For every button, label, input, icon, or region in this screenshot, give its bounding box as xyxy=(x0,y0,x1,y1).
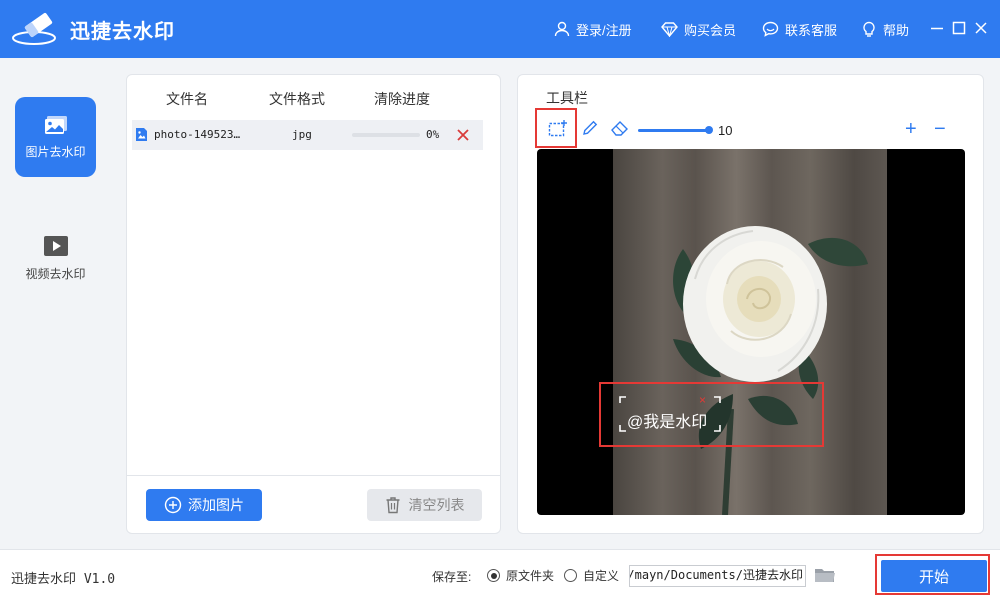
start-button[interactable]: 开始 xyxy=(881,560,987,592)
support-button[interactable]: 联系客服 xyxy=(762,19,837,39)
chat-bubble-icon xyxy=(762,21,779,37)
radio-custom-folder[interactable]: 自定义 xyxy=(564,567,619,584)
login-label: 登录/注册 xyxy=(576,22,632,38)
radio-circle-checked xyxy=(487,569,500,582)
trash-icon xyxy=(386,497,399,514)
pencil-icon[interactable] xyxy=(581,119,599,137)
help-button[interactable]: 帮助 xyxy=(861,19,909,39)
bottom-bar: 迅捷去水印 V1.0 保存至: 原文件夹 自定义 C:/Users/mayn/D… xyxy=(0,549,1000,600)
eraser-icon[interactable] xyxy=(610,119,630,137)
radio-label: 原文件夹 xyxy=(506,569,555,583)
brush-size-slider-track[interactable] xyxy=(638,129,710,132)
app-version: 迅捷去水印 V1.0 xyxy=(11,572,116,587)
diamond-icon xyxy=(661,21,678,37)
radio-source-folder[interactable]: 原文件夹 xyxy=(487,567,554,584)
user-icon xyxy=(554,21,570,37)
output-path-value: C:/Users/mayn/Documents/迅捷去水印 xyxy=(630,568,803,582)
toolbar-title: 工具栏 xyxy=(546,90,588,106)
close-icon[interactable] xyxy=(973,20,989,36)
clear-list-label: 清空列表 xyxy=(408,497,465,513)
app-logo-eraser-icon xyxy=(12,13,56,45)
brush-size-slider-handle[interactable] xyxy=(705,126,713,134)
delete-icon[interactable] xyxy=(456,128,470,142)
preview-panel: 工具栏 10 + − @我是水印 × xyxy=(517,74,984,534)
column-header-progress: 清除进度 xyxy=(374,91,430,107)
preview-photo xyxy=(613,149,887,515)
minimize-icon[interactable] xyxy=(929,20,945,36)
save-to-label: 保存至: xyxy=(432,570,472,584)
buy-vip-button[interactable]: 购买会员 xyxy=(661,19,736,39)
table-row[interactable]: photo-149523… jpg 0% xyxy=(132,120,483,150)
white-rose-image xyxy=(673,226,868,515)
column-header-format: 文件格式 xyxy=(269,91,325,107)
sidebar-item-label: 图片去水印 xyxy=(25,144,86,159)
buy-vip-label: 购买会员 xyxy=(684,22,737,38)
file-list-panel: 文件名 文件格式 清除进度 photo-149523… jpg 0% 添加图片 … xyxy=(126,74,501,534)
preview-canvas[interactable] xyxy=(537,149,965,515)
add-image-label: 添加图片 xyxy=(188,497,244,513)
file-name: photo-149523… xyxy=(154,128,241,141)
plus-circle-icon xyxy=(164,496,182,514)
title-bar: 迅捷去水印 登录/注册 购买会员 联系客服 帮助 xyxy=(0,0,1000,58)
progress-bar xyxy=(352,133,420,137)
zoom-in-button[interactable]: + xyxy=(905,119,917,139)
video-play-icon xyxy=(43,235,68,256)
file-list-header: 文件名 文件格式 清除进度 xyxy=(127,89,500,109)
radio-circle xyxy=(564,569,577,582)
support-label: 联系客服 xyxy=(785,22,838,38)
sidebar-item-image-watermark[interactable]: 图片去水印 xyxy=(15,97,96,177)
progress-percent: 0% xyxy=(426,128,440,141)
add-image-button[interactable]: 添加图片 xyxy=(146,489,262,521)
image-file-icon xyxy=(136,128,147,141)
folder-icon[interactable] xyxy=(814,566,836,584)
app-title: 迅捷去水印 xyxy=(70,21,175,43)
file-list-footer: 添加图片 清空列表 xyxy=(127,475,500,533)
watermark-text: @我是水印 xyxy=(627,414,708,431)
watermark-remove-icon[interactable]: × xyxy=(699,393,706,407)
brush-size-value: 10 xyxy=(718,123,733,138)
output-path-field[interactable]: C:/Users/mayn/Documents/迅捷去水印 xyxy=(629,565,806,587)
column-header-filename: 文件名 xyxy=(166,91,208,107)
help-label: 帮助 xyxy=(883,22,910,38)
radio-label: 自定义 xyxy=(583,569,620,583)
image-icon xyxy=(44,115,67,134)
help-bulb-icon xyxy=(863,21,875,37)
zoom-out-button[interactable]: − xyxy=(934,119,946,139)
sidebar-item-label: 视频去水印 xyxy=(25,266,86,281)
rectangle-select-icon[interactable] xyxy=(548,119,568,137)
maximize-icon[interactable] xyxy=(951,20,967,36)
file-format: jpg xyxy=(292,128,312,141)
sidebar-item-video-watermark[interactable]: 视频去水印 xyxy=(15,218,96,298)
clear-list-button[interactable]: 清空列表 xyxy=(367,489,482,521)
login-button[interactable]: 登录/注册 xyxy=(554,19,632,39)
sidebar: 图片去水印 视频去水印 xyxy=(0,58,111,549)
